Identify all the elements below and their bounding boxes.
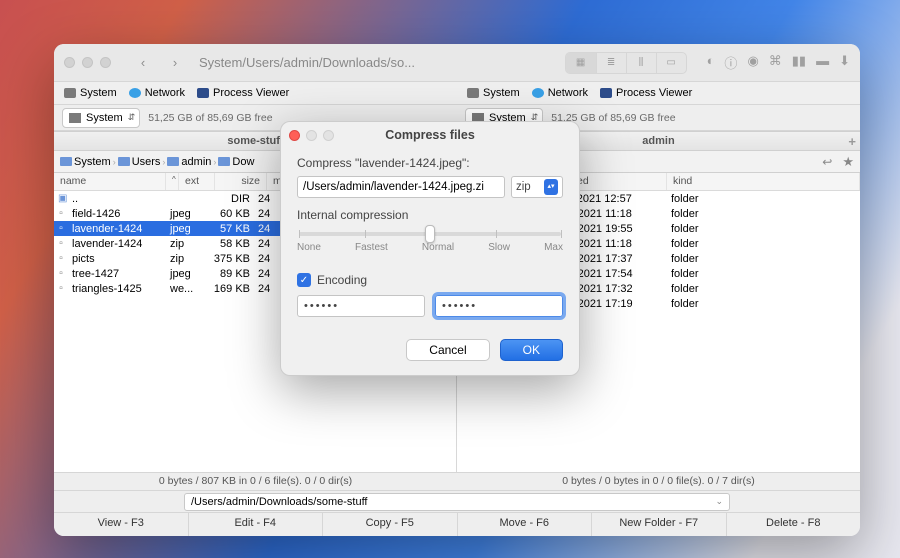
toolbar-right: ◐ ⓘ ◉ ⌘ ▮▮ ▬ ⬇ [707, 53, 850, 72]
drive-icon [60, 157, 72, 166]
view-icon-list[interactable]: ≣ [596, 53, 626, 73]
tab-process-right[interactable]: Process Viewer [600, 87, 692, 99]
fkey-view[interactable]: View - F3 [54, 513, 189, 536]
view-icon-cols[interactable]: ⫼ [626, 53, 656, 73]
drive-icon [467, 88, 479, 98]
password-confirm-input[interactable]: •••••• [435, 295, 563, 317]
encoding-label: Encoding [317, 273, 367, 287]
preview-icon[interactable]: ◉ [747, 53, 758, 72]
info-icon[interactable]: ⓘ [724, 53, 737, 72]
folder-icon[interactable]: ▬ [816, 53, 829, 72]
process-icon [600, 88, 612, 98]
nav-forward-button[interactable]: › [163, 54, 187, 72]
titlebar: ‹ › System/Users/admin/Downloads/so... ▦… [54, 44, 860, 82]
favorite-icon[interactable]: ★ [842, 154, 854, 170]
nav-back-button[interactable]: ‹ [131, 54, 155, 72]
status-bar: 0 bytes / 807 KB in 0 / 6 file(s). 0 / 0… [54, 472, 860, 490]
status-left: 0 bytes / 807 KB in 0 / 6 file(s). 0 / 0… [54, 473, 457, 490]
compress-prompt: Compress "lavender-1424.jpeg": [297, 156, 563, 170]
download-icon[interactable]: ⬇ [839, 53, 850, 72]
fkey-copy[interactable]: Copy - F5 [323, 513, 458, 536]
history-dropdown[interactable]: ↩ [822, 155, 832, 169]
free-space-left: 51,25 GB of 85,69 GB free [148, 112, 272, 124]
fkey-edit[interactable]: Edit - F4 [189, 513, 324, 536]
source-tabs-left: System Network Process Viewer [54, 82, 457, 104]
file-icon: ▫ [54, 283, 68, 294]
minimize-icon[interactable] [82, 57, 93, 68]
close-icon[interactable] [64, 57, 75, 68]
dialog-titlebar: Compress files [281, 122, 579, 148]
function-keys: View - F3 Edit - F4 Copy - F5 Move - F6 … [54, 512, 860, 536]
chevron-down-icon[interactable]: ⌄ [715, 496, 723, 507]
breadcrumb-item[interactable]: Users [118, 156, 161, 168]
globe-icon [532, 88, 544, 98]
breadcrumb-item[interactable]: System [60, 156, 111, 168]
pane-title-left: some-stuff [227, 135, 283, 147]
password-input[interactable]: •••••• [297, 295, 425, 317]
fkey-delete[interactable]: Delete - F8 [727, 513, 861, 536]
pane-title-right: admin [642, 135, 674, 147]
slider-thumb[interactable] [425, 225, 435, 243]
file-icon: ▫ [54, 253, 68, 264]
ok-button[interactable]: OK [500, 339, 563, 361]
view-icon-gallery[interactable]: ▭ [656, 53, 686, 73]
file-icon: ▫ [54, 238, 68, 249]
tab-system-right[interactable]: System [467, 87, 520, 99]
tab-network-left[interactable]: Network [129, 87, 185, 99]
folder-icon [218, 157, 230, 166]
fkey-move[interactable]: Move - F6 [458, 513, 593, 536]
drive-icon [64, 88, 76, 98]
file-icon: ▫ [54, 223, 68, 234]
tab-network-right[interactable]: Network [532, 87, 588, 99]
slider-labels: None Fastest Normal Slow Max [297, 242, 563, 253]
cancel-button[interactable]: Cancel [406, 339, 489, 361]
view-mode-segment[interactable]: ▦ ≣ ⫼ ▭ [565, 52, 687, 74]
add-tab-right[interactable]: + [848, 134, 856, 149]
folder-up-icon: ▣ [54, 193, 68, 204]
compress-dialog: Compress files Compress "lavender-1424.j… [280, 121, 580, 376]
toggle-icon[interactable]: ◐ [707, 53, 715, 72]
file-icon: ▫ [54, 208, 68, 219]
drive-icon [69, 113, 81, 123]
source-tabs-right: System Network Process Viewer [457, 82, 860, 104]
encoding-checkbox[interactable]: ✓ [297, 273, 311, 287]
link-icon[interactable]: ⌘ [769, 53, 782, 72]
breadcrumb-item[interactable]: Dow [218, 156, 254, 168]
chevron-updown-icon: ▴▾ [544, 179, 558, 195]
output-path-input[interactable] [297, 176, 505, 198]
pause-icon[interactable]: ▮▮ [792, 53, 806, 72]
tab-system-left[interactable]: System [64, 87, 117, 99]
fkey-newfolder[interactable]: New Folder - F7 [592, 513, 727, 536]
globe-icon [129, 88, 141, 98]
path-input[interactable]: /Users/admin/Downloads/some-stuff⌄ [184, 493, 730, 511]
dialog-title: Compress files [281, 128, 579, 142]
path-bar: /Users/admin/Downloads/some-stuff⌄ [54, 490, 860, 512]
status-right: 0 bytes / 0 bytes in 0 / 0 file(s). 0 / … [457, 473, 860, 490]
folder-icon [167, 157, 179, 166]
titlebar-path: System/Users/admin/Downloads/so... [199, 55, 415, 70]
breadcrumb-item[interactable]: admin [167, 156, 211, 168]
compression-label: Internal compression [297, 208, 563, 222]
format-select[interactable]: zip ▴▾ [511, 176, 563, 198]
window-controls [64, 57, 111, 68]
process-icon [197, 88, 209, 98]
compression-slider[interactable] [299, 232, 561, 236]
zoom-icon[interactable] [100, 57, 111, 68]
drive-selector-left[interactable]: System⇵ [62, 108, 140, 128]
tab-process-left[interactable]: Process Viewer [197, 87, 289, 99]
folder-icon [118, 157, 130, 166]
view-icon-grid[interactable]: ▦ [566, 53, 596, 73]
chevron-updown-icon: ⇵ [128, 112, 136, 123]
source-tabs-row: System Network Process Viewer System Net… [54, 82, 860, 105]
file-icon: ▫ [54, 268, 68, 279]
